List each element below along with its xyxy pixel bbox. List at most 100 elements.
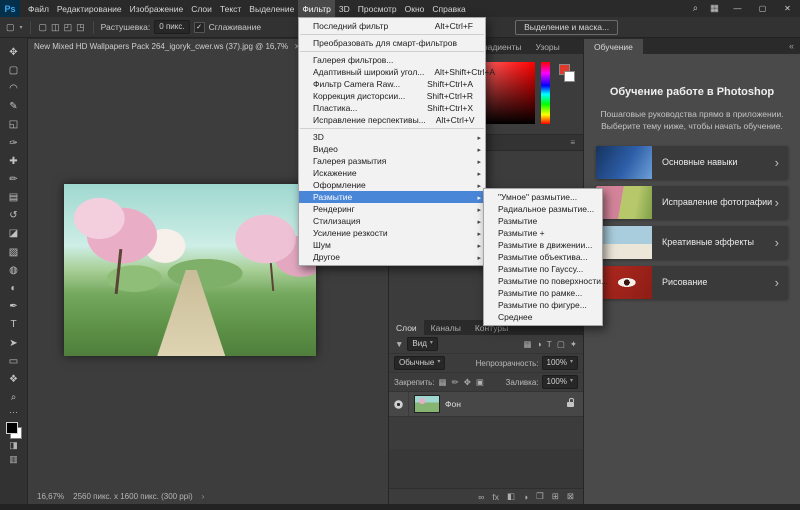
tool-preset-icon[interactable]: ▢ (5, 22, 16, 33)
foreground-color-swatch[interactable] (5, 421, 18, 434)
blur-smart-blur[interactable]: "Умное" размытие... (484, 191, 602, 203)
filter-last-filter[interactable]: Последний фильтр Alt+Ctrl+F (299, 20, 485, 32)
tab-patterns[interactable]: Узоры (528, 39, 566, 54)
feather-input[interactable]: 0 пикс. (154, 20, 190, 34)
filter-pixelate[interactable]: Оформление (299, 179, 485, 191)
filter-adaptive-wide-angle[interactable]: Адаптивный широкий угол... Alt+Shift+Ctr… (299, 66, 495, 78)
blur-tool[interactable]: ◍ (2, 261, 26, 279)
blur-lens-blur[interactable]: Размытие объектива... (484, 251, 602, 263)
quick-mask-icon[interactable]: ◨ (2, 439, 26, 453)
filter-sharpen[interactable]: Усиление резкости (299, 227, 485, 239)
move-tool[interactable]: ✥ (2, 43, 26, 61)
filter-lens-correction[interactable]: Коррекция дисторсии... Shift+Ctrl+R (299, 90, 485, 102)
subtract-from-selection-icon[interactable]: ◰ (63, 22, 74, 33)
menu-3d[interactable]: 3D (335, 0, 354, 17)
hue-slider[interactable] (541, 62, 550, 124)
edit-toolbar-icon[interactable]: ⋯ (9, 407, 18, 418)
path-selection-tool[interactable]: ➤ (2, 334, 26, 352)
filter-distort[interactable]: Искажение (299, 167, 485, 179)
filter-blur[interactable]: Размытие (299, 191, 485, 203)
tool-preset-caret-icon[interactable]: ▾ (20, 24, 23, 31)
status-menu-arrow-icon[interactable]: › (202, 492, 205, 501)
filter-liquify[interactable]: Пластика... Shift+Ctrl+X (299, 102, 485, 114)
crop-tool[interactable]: ◱ (2, 116, 26, 134)
blur-motion-blur[interactable]: Размытие в движении... (484, 239, 602, 251)
gradient-tool[interactable]: ▧ (2, 243, 26, 261)
rectangle-tool[interactable]: ▭ (2, 352, 26, 370)
layer-filter-type-select[interactable]: Вид ▾ (407, 337, 438, 351)
blur-shape-blur[interactable]: Размытие по фигуре... (484, 299, 602, 311)
blur-blur-more[interactable]: Размытие + (484, 227, 602, 239)
workspace-switcher-icon[interactable]: ▦ (704, 3, 725, 14)
layer-name[interactable]: Фон (445, 399, 461, 409)
lock-position-icon[interactable]: ✥ (463, 377, 472, 388)
lasso-tool[interactable]: ◠ (2, 79, 26, 97)
document-tab[interactable]: New Mixed HD Wallpapers Pack 264_igoryk_… (28, 39, 307, 54)
filter-adjustment-layers-icon[interactable]: ◑ (536, 339, 543, 350)
menu-layers[interactable]: Слои (187, 0, 216, 17)
filter-other[interactable]: Другое (299, 251, 485, 263)
brush-tool[interactable]: ✏ (2, 170, 26, 188)
blur-blur[interactable]: Размытие (484, 215, 602, 227)
tab-layers[interactable]: Слои (389, 320, 424, 335)
history-brush-tool[interactable]: ↺ (2, 207, 26, 225)
filter-render[interactable]: Рендеринг (299, 203, 485, 215)
collapse-panel-icon[interactable]: « (783, 41, 800, 51)
delete-layer-icon[interactable]: ⊠ (567, 491, 574, 502)
filter-3d[interactable]: 3D (299, 131, 485, 143)
color-swatches[interactable] (5, 421, 22, 439)
new-layer-icon[interactable]: ⊞ (552, 491, 559, 502)
type-tool[interactable]: T (2, 316, 26, 334)
antialias-checkbox[interactable]: ✓ (193, 21, 205, 33)
menu-file[interactable]: Файл (24, 0, 53, 17)
layer-filter-icon[interactable]: ▼ (394, 339, 404, 349)
filter-vanishing-point[interactable]: Исправление перспективы... Alt+Ctrl+V (299, 114, 485, 126)
layer-group-icon[interactable]: ❒ (536, 491, 544, 502)
minimize-button[interactable]: — (725, 0, 750, 17)
panel-menu-icon[interactable]: ≡ (570, 138, 575, 147)
filter-stylize[interactable]: Стилизация (299, 215, 485, 227)
screen-mode-icon[interactable]: ▥ (2, 453, 26, 467)
filter-noise[interactable]: Шум (299, 239, 485, 251)
menu-view[interactable]: Просмотр (354, 0, 401, 17)
new-selection-icon[interactable]: ▢ (38, 22, 49, 33)
quick-selection-tool[interactable]: ✎ (2, 98, 26, 116)
canvas-image[interactable] (64, 184, 316, 356)
learn-card-basic-skills[interactable]: Основные навыки › (596, 145, 788, 179)
menu-type[interactable]: Текст (216, 0, 245, 17)
select-and-mask-button[interactable]: Выделение и маска... (515, 19, 619, 35)
filter-blur-gallery[interactable]: Галерея размытия (299, 155, 485, 167)
menu-filter-open[interactable]: Фильтр (298, 0, 335, 17)
layer-mask-icon[interactable]: ◧ (507, 491, 515, 502)
filter-pixel-layers-icon[interactable]: ▦ (522, 339, 532, 350)
opacity-input[interactable]: 100% ▾ (541, 356, 578, 370)
healing-brush-tool[interactable]: ✚ (2, 152, 26, 170)
zoom-tool[interactable]: ⌕ (2, 389, 26, 407)
lock-artboard-icon[interactable]: ▣ (475, 377, 485, 388)
intersect-selection-icon[interactable]: ◳ (75, 22, 86, 33)
filter-convert-smart-filters[interactable]: Преобразовать для смарт-фильтров (299, 37, 485, 49)
close-button[interactable]: ✕ (775, 0, 800, 17)
clone-stamp-tool[interactable]: ▤ (2, 189, 26, 207)
menu-edit[interactable]: Редактирование (53, 0, 126, 17)
zoom-level-field[interactable]: 16,67% (37, 492, 64, 501)
layer-style-icon[interactable]: fx (492, 492, 499, 502)
lock-transparency-icon[interactable]: ▦ (438, 377, 448, 388)
menu-help[interactable]: Справка (428, 0, 469, 17)
hand-tool[interactable]: ❖ (2, 370, 26, 388)
search-icon[interactable]: ⌕ (687, 3, 704, 14)
pen-tool[interactable]: ✒ (2, 298, 26, 316)
lock-pixels-icon[interactable]: ✏ (451, 377, 460, 388)
blur-surface-blur[interactable]: Размытие по поверхности... (484, 275, 608, 287)
learn-card-photo-fix[interactable]: Исправление фотографии › (596, 185, 788, 219)
eraser-tool[interactable]: ◪ (2, 225, 26, 243)
tab-channels[interactable]: Каналы (424, 320, 468, 335)
dodge-tool[interactable]: ◐ (2, 279, 26, 297)
background-color-well[interactable] (564, 71, 575, 82)
menu-window[interactable]: Окно (401, 0, 429, 17)
filter-smart-objects-icon[interactable]: ✦ (569, 339, 578, 350)
add-to-selection-icon[interactable]: ◫ (50, 22, 61, 33)
blur-radial-blur[interactable]: Радиальное размытие... (484, 203, 602, 215)
filter-camera-raw[interactable]: Фильтр Camera Raw... Shift+Ctrl+A (299, 78, 485, 90)
filter-type-layers-icon[interactable]: T (546, 339, 553, 350)
